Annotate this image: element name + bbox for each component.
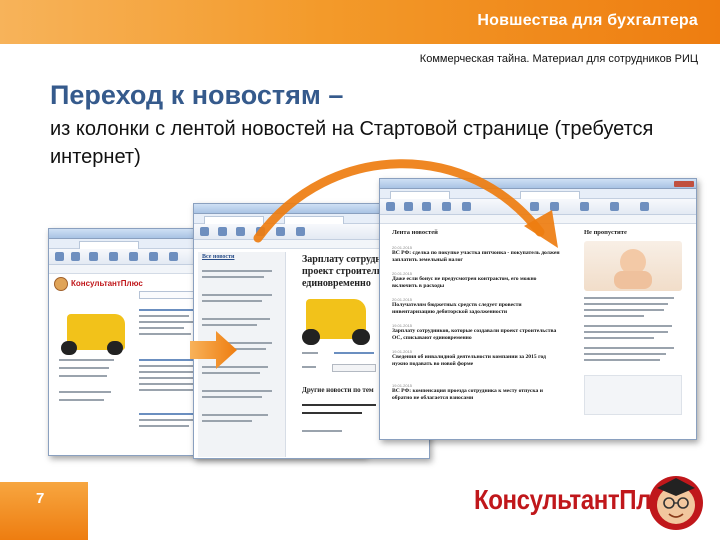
consultant-logo: КонсультантПлюс: [71, 279, 143, 288]
topic-tag[interactable]: [332, 364, 376, 372]
confidential-note: Коммерческая тайна. Материал для сотрудн…: [419, 53, 698, 65]
brand-mascot-icon: [649, 476, 703, 530]
baby-photo: [584, 241, 682, 291]
other-news-title: Другие новости по тем: [302, 386, 374, 394]
article-title-3: единовременно: [302, 278, 371, 289]
feed-title: Лента новостей: [392, 229, 438, 236]
slide-heading: Переход к новостям –: [50, 80, 344, 110]
page-number: 7: [36, 490, 45, 507]
sidebar-title: Не пропустите: [584, 229, 627, 236]
news-item-3[interactable]: Зарплату сотрудников, которые создавали …: [392, 328, 562, 342]
news-item-5[interactable]: ВС РФ: компенсация проезда сотрудника к …: [392, 388, 562, 402]
news-item-4[interactable]: Сведения об инвалидной деятельности комп…: [392, 354, 562, 368]
news-item-0[interactable]: ВС РФ: сделка по покупке участка питчонк…: [392, 250, 562, 264]
rates-panel: [584, 375, 682, 415]
news-item-2[interactable]: Получателям бюджетных средств следует пр…: [392, 302, 562, 316]
header-bar: Новшества для бухгалтера: [0, 0, 720, 44]
all-news-link[interactable]: Все новости: [202, 254, 234, 260]
right-arrow: [190, 331, 237, 369]
article-title-2: проект строительс: [302, 266, 387, 277]
slide-subheading: из колонки с лентой новостей на Стартово…: [50, 118, 654, 168]
news-feed-screenshot: Лента новостей Не пропустите 20.01.2015 …: [379, 178, 697, 440]
slide: Новшества для бухгалтера Коммерческая та…: [0, 0, 720, 540]
news-item-1[interactable]: Даже если бонус не предусмотрен контракт…: [392, 276, 562, 290]
header-title: Новшества для бухгалтера: [477, 12, 698, 29]
